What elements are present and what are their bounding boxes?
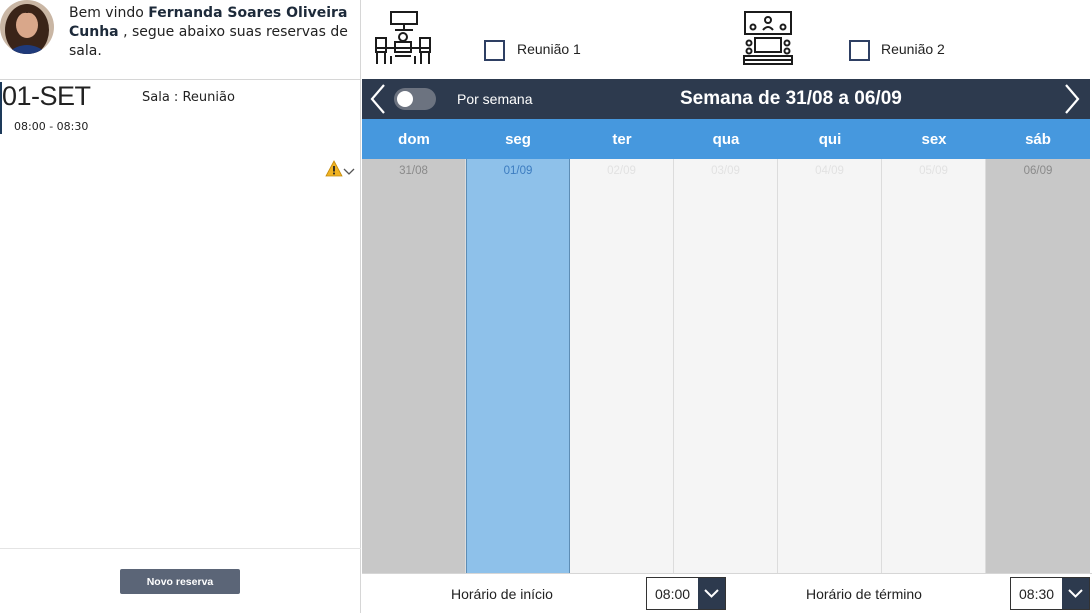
room-1-checkbox[interactable] xyxy=(484,40,505,61)
next-week-icon[interactable] xyxy=(1062,83,1082,115)
reservation-item[interactable]: 01-SET Sala : Reunião 08:00 - 08:30 xyxy=(0,80,361,136)
day-column-tuesday[interactable]: 02/09 xyxy=(570,159,674,573)
day-date: 05/09 xyxy=(919,165,948,177)
week-grid: 31/08 01/09 02/09 03/09 04/09 05/09 06/0… xyxy=(362,159,1090,573)
day-name: seg xyxy=(505,131,531,148)
week-title: Semana de 31/08 a 06/09 xyxy=(680,88,902,109)
day-date: 01/09 xyxy=(503,165,533,177)
day-column-sunday[interactable]: 31/08 xyxy=(362,159,466,573)
day-date: 03/09 xyxy=(711,165,740,177)
meeting-table-icon xyxy=(373,10,433,72)
start-time-value: 08:00 xyxy=(655,586,691,602)
welcome-message: Bem vindo Fernanda Soares Oliveira Cunha… xyxy=(69,4,354,61)
day-column-saturday[interactable]: 06/09 xyxy=(986,159,1090,573)
day-name: ter xyxy=(612,131,632,148)
day-date: 06/09 xyxy=(1023,165,1053,177)
new-reservation-button[interactable]: Novo reserva xyxy=(120,569,240,594)
left-panel: Bem vindo Fernanda Soares Oliveira Cunha… xyxy=(0,0,361,613)
day-date: 31/08 xyxy=(399,165,428,177)
day-date: 02/09 xyxy=(607,165,636,177)
day-header-row: dom seg ter qua qui sex sáb xyxy=(362,119,1090,159)
avatar xyxy=(0,0,54,54)
chevron-down-icon[interactable] xyxy=(698,578,725,609)
room-2-checkbox[interactable] xyxy=(849,40,870,61)
welcome-prefix: Bem vindo xyxy=(69,5,149,21)
reservation-room: Sala : Reunião xyxy=(142,90,235,105)
end-time-label: Horário de término xyxy=(806,586,922,602)
weekly-view-label: Por semana xyxy=(457,91,533,107)
welcome-header: Bem vindo Fernanda Soares Oliveira Cunha… xyxy=(0,0,361,80)
day-name: sex xyxy=(921,131,947,148)
day-column-friday[interactable]: 05/09 xyxy=(882,159,986,573)
start-time-select[interactable]: 08:00 xyxy=(646,577,726,610)
conference-room-icon xyxy=(742,10,794,70)
weekly-view-toggle[interactable] xyxy=(394,88,436,110)
day-name: dom xyxy=(398,131,430,148)
time-selection-bar: Horário de início 08:00 Horário de térmi… xyxy=(362,573,1092,613)
end-time-select[interactable]: 08:30 xyxy=(1010,577,1090,610)
warning-icon[interactable] xyxy=(325,160,343,178)
day-name: sáb xyxy=(1025,131,1051,148)
day-column-wednesday[interactable]: 03/09 xyxy=(674,159,778,573)
room-1-label: Reunião 1 xyxy=(517,41,581,57)
previous-week-icon[interactable] xyxy=(368,83,388,115)
day-date: 04/09 xyxy=(815,165,844,177)
end-time-value: 08:30 xyxy=(1019,586,1055,602)
reservation-time: 08:00 - 08:30 xyxy=(14,120,89,133)
day-column-thursday[interactable]: 04/09 xyxy=(778,159,882,573)
day-column-monday[interactable]: 01/09 xyxy=(466,159,570,573)
start-time-label: Horário de início xyxy=(451,586,553,602)
room-selector: Reunião 1 Reunião 2 xyxy=(362,0,1092,79)
left-footer: Novo reserva xyxy=(0,548,361,613)
reservation-date: 01-SET xyxy=(2,81,91,111)
week-navigation-bar: Por semana Semana de 31/08 a 06/09 xyxy=(362,79,1090,119)
day-name: qui xyxy=(818,131,842,148)
day-name: qua xyxy=(712,131,740,148)
chevron-down-icon[interactable] xyxy=(342,163,356,175)
chevron-down-icon[interactable] xyxy=(1062,578,1089,609)
toggle-knob xyxy=(397,91,413,107)
room-2-label: Reunião 2 xyxy=(881,41,945,57)
